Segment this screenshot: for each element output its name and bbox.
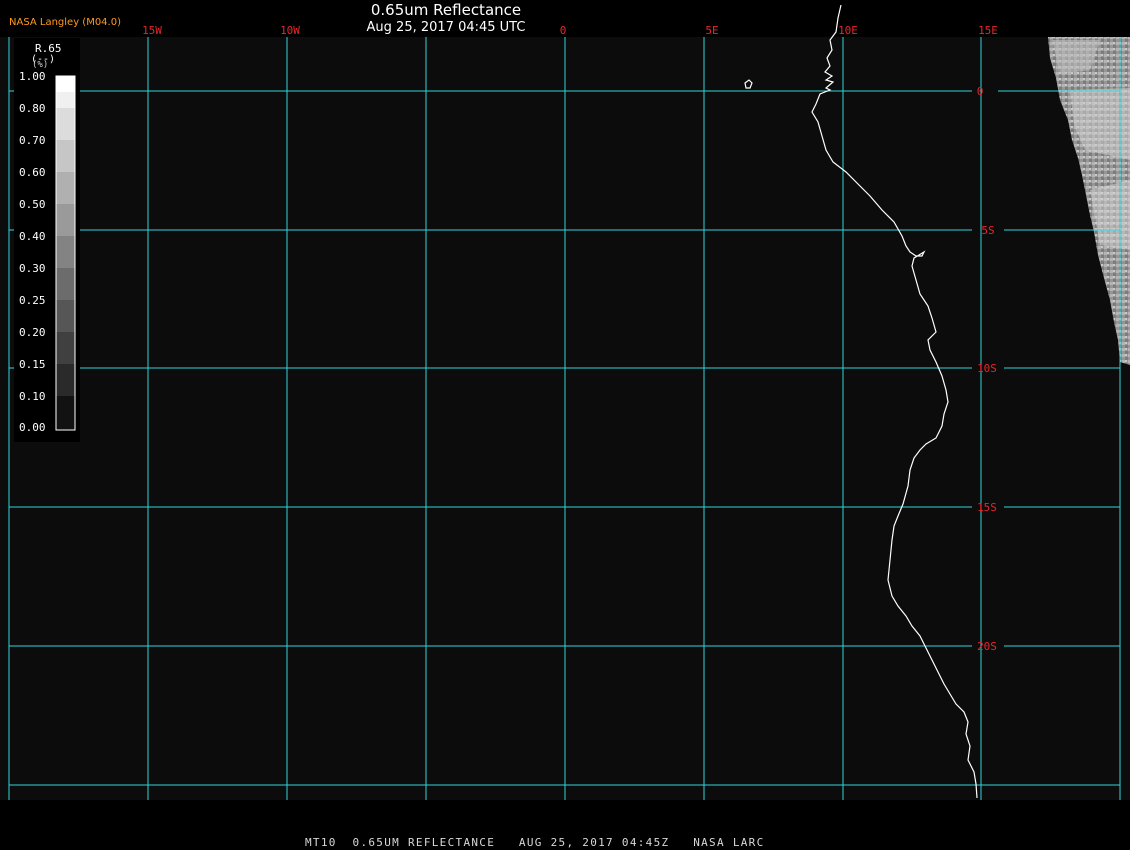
legend-tick: 0.70 (19, 134, 46, 147)
lat-label-20s: 20S (977, 640, 997, 653)
legend-tick: 0.60 (19, 166, 46, 179)
lon-label-15e: 15E (978, 24, 998, 37)
legend-tick: 0.10 (19, 390, 46, 403)
satellite-map: 15W 10W 0 5E 10E 15E 0 5S 10S 15S 20S (0, 4, 1130, 800)
credit-label: NASA Langley (M04.0) (9, 17, 121, 28)
lat-label-0: 0 (977, 85, 984, 98)
map-timestamp: Aug 25, 2017 04:45 UTC (366, 20, 526, 35)
lat-label-10s: 10S (977, 362, 997, 375)
legend-tick: 0.25 (19, 294, 46, 307)
lat-label-5s: 5S (981, 224, 994, 237)
legend-tick: 0.50 (19, 198, 46, 211)
legend-tick: 0.20 (19, 326, 46, 339)
map-title: 0.65um Reflectance (370, 1, 522, 19)
legend-tick: 0.15 (19, 358, 46, 371)
legend-tick: 0.40 (19, 230, 46, 243)
lat-label-15s: 15S (977, 501, 997, 514)
footer-caption: MT10 0.65UM REFLECTANCE AUG 25, 2017 04:… (305, 836, 765, 849)
legend-tick: 0.30 (19, 262, 46, 275)
legend-tick: 1.00 (19, 70, 46, 83)
legend-tick: 0.80 (19, 102, 46, 115)
color-legend: R.65 (--) (%) 1.00 0.80 0.70 0.60 0.50 0… (14, 38, 80, 442)
legend-tick: 0.00 (19, 421, 46, 434)
